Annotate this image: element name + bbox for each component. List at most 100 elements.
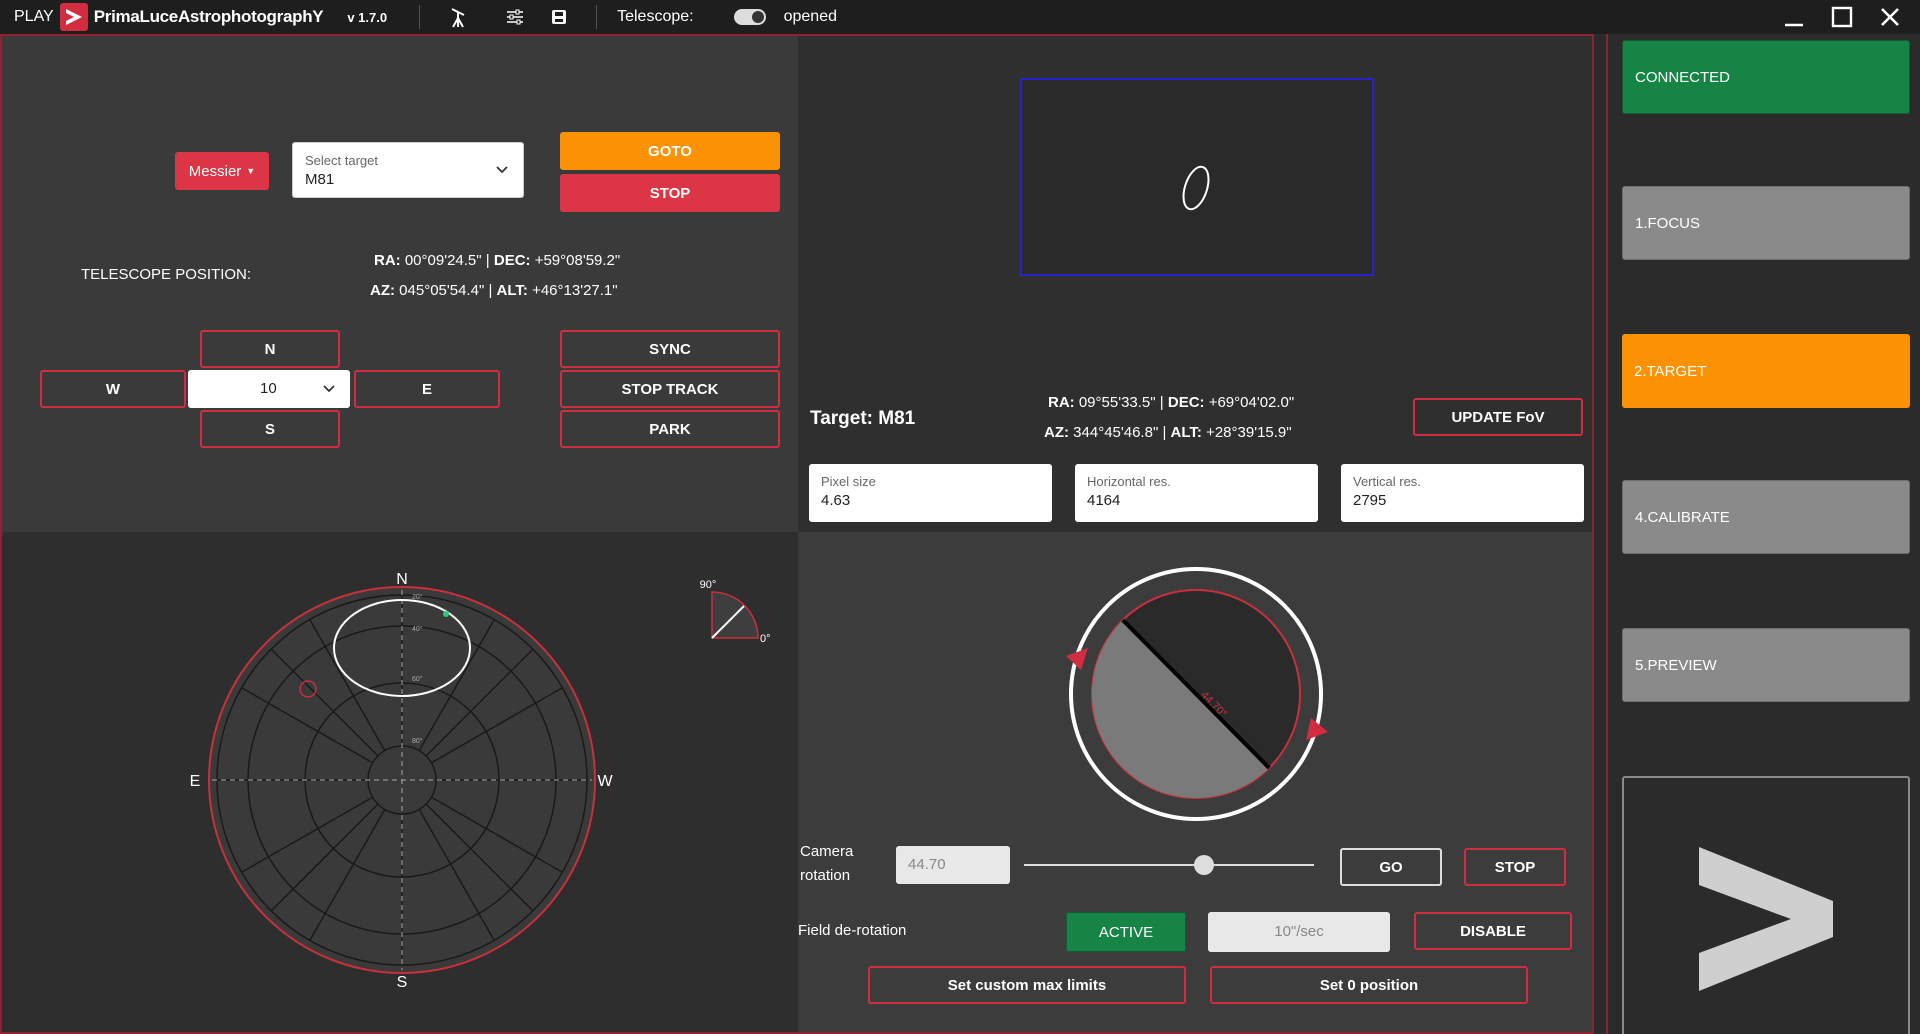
rotator-panel: 44.70° Camera rotation 44.70 GO STOP Fie… xyxy=(798,532,1594,1034)
alt-ring-label: 80° xyxy=(412,737,423,745)
slider-handle[interactable] xyxy=(1193,855,1214,875)
target-alt-value: +28°39'15.9" xyxy=(1206,424,1292,441)
chevron-down-icon xyxy=(323,385,335,393)
catalog-label: Messier xyxy=(188,162,242,180)
app-brand: PrimaLuceAstrophotographY xyxy=(93,7,324,26)
catalog-dropdown-button[interactable]: Messier ▼ xyxy=(175,152,269,190)
camera-rotation-slider[interactable] xyxy=(1024,855,1314,875)
rotation-go-button[interactable]: GO xyxy=(1340,848,1442,886)
pixel-size-field[interactable]: Pixel size 4.63 xyxy=(809,464,1052,522)
save-disk-icon[interactable] xyxy=(548,6,570,28)
nav-north-button[interactable]: N xyxy=(200,330,340,368)
primaluce-logo-icon xyxy=(59,3,88,31)
telescope-position-label: TELESCOPE POSITION: xyxy=(81,266,252,283)
goto-button[interactable]: GOTO xyxy=(560,132,780,170)
telescope-azalt: AZ: 045°05'54.4" | ALT: +46°13'27.1" xyxy=(370,282,618,299)
compass-south: S xyxy=(397,974,408,991)
compass-west: W xyxy=(597,773,613,790)
target-ra-value: 09°55'33.5" xyxy=(1078,394,1156,411)
rotation-stop-button[interactable]: STOP xyxy=(1464,848,1566,886)
preview-step-button[interactable]: 5.PREVIEW xyxy=(1622,628,1910,702)
compass-east: E xyxy=(190,773,201,790)
nav-speed-value: 10 xyxy=(260,380,277,397)
connected-step-button[interactable]: CONNECTED xyxy=(1622,40,1910,114)
workflow-sidebar: CONNECTED 1.FOCUS 2.TARGET 4.CALIBRATE 5… xyxy=(1606,34,1920,1034)
chevron-down-icon xyxy=(496,166,508,174)
title-divider-2 xyxy=(596,5,598,29)
calibrate-step-button[interactable]: 4.CALIBRATE xyxy=(1622,480,1910,554)
update-fov-button[interactable]: UPDATE FoV xyxy=(1413,398,1583,436)
vertical-res-label: Vertical res. xyxy=(1353,474,1421,489)
set-zero-position-button[interactable]: Set 0 position xyxy=(1210,966,1528,1004)
goto-panel: Messier ▼ Select target M81 GOTO STOP TE… xyxy=(0,34,798,532)
fov-panel: Target: M81 RA: 09°55'33.5" | DEC: +69°0… xyxy=(798,34,1594,532)
sky-map-panel: N S E W 20° 40° 60° 80° 90° 0° xyxy=(0,532,798,1034)
fov-preview xyxy=(1020,78,1374,276)
nav-south-button[interactable]: S xyxy=(200,410,340,448)
telescope-label: Telescope: xyxy=(617,8,694,25)
pixel-size-value: 4.63 xyxy=(821,492,851,509)
minimize-icon[interactable] xyxy=(1772,0,1816,34)
alt-indicator-top: 90° xyxy=(700,579,717,591)
field-derotation-label: Field de-rotation xyxy=(798,922,907,939)
derotation-active-button[interactable]: ACTIVE xyxy=(1066,912,1186,952)
camera-rotation-value: 44.70 xyxy=(908,856,946,873)
rotator-dial: 44.70° xyxy=(1066,567,1328,821)
target-azalt: AZ: 344°45'46.8" | ALT: +28°39'15.9" xyxy=(1044,424,1292,441)
stop-button[interactable]: STOP xyxy=(560,174,780,212)
camera-rotation-label: Camera rotation xyxy=(800,843,854,884)
derotation-disable-button[interactable]: DISABLE xyxy=(1414,912,1572,950)
stop-track-button[interactable]: STOP TRACK xyxy=(560,370,780,408)
target-az-value: 344°45'46.8" xyxy=(1073,424,1159,441)
compass-north: N xyxy=(396,571,408,588)
park-button[interactable]: PARK xyxy=(560,410,780,448)
vertical-res-value: 2795 xyxy=(1353,492,1387,509)
caret-down-icon: ▼ xyxy=(246,166,256,176)
horizontal-res-label: Horizontal res. xyxy=(1087,474,1171,489)
alt-indicator-bottom: 0° xyxy=(760,633,771,645)
next-arrow-icon xyxy=(1699,847,1833,991)
dec-value: +59°08'59.2" xyxy=(534,252,621,269)
target-dec-value: +69°04'02.0" xyxy=(1208,394,1295,411)
derotation-rate-field[interactable]: 10"/sec xyxy=(1208,912,1390,952)
next-step-button[interactable] xyxy=(1622,776,1910,1034)
alt-ring-label: 60° xyxy=(412,675,423,683)
settings-sliders-icon[interactable] xyxy=(504,6,526,28)
target-radec: RA: 09°55'33.5" | DEC: +69°04'02.0" xyxy=(1048,394,1295,411)
sky-map: N S E W 20° 40° 60° 80° 90° 0° xyxy=(190,571,771,991)
alt-value: +46°13'27.1" xyxy=(532,282,618,299)
az-value: 045°05'54.4" xyxy=(399,282,485,299)
nav-speed-select[interactable]: 10 xyxy=(188,370,350,408)
focus-step-button[interactable]: 1.FOCUS xyxy=(1622,186,1910,260)
ra-value: 00°09'24.5" xyxy=(404,252,482,269)
target-select-value: M81 xyxy=(305,171,335,188)
target-step-button[interactable]: 2.TARGET xyxy=(1622,334,1910,408)
target-alt-label: ALT: xyxy=(1170,424,1202,441)
set-custom-limits-button[interactable]: Set custom max limits xyxy=(868,966,1186,1004)
telescope-toggle[interactable] xyxy=(733,9,766,25)
alt-ring-label: 20° xyxy=(412,593,423,601)
title-divider xyxy=(419,5,421,29)
target-select[interactable]: Select target M81 xyxy=(292,142,524,198)
nav-west-button[interactable]: W xyxy=(40,370,186,408)
nav-east-button[interactable]: E xyxy=(354,370,500,408)
target-az-label: AZ: xyxy=(1044,424,1069,441)
alt-label: ALT: xyxy=(496,282,528,299)
horizontal-res-value: 4164 xyxy=(1087,492,1121,509)
horizontal-res-field[interactable]: Horizontal res. 4164 xyxy=(1075,464,1318,522)
target-select-label: Select target xyxy=(305,153,378,168)
sync-button[interactable]: SYNC xyxy=(560,330,780,368)
app-play-label: PLAY xyxy=(14,8,54,25)
vertical-res-field[interactable]: Vertical res. 2795 xyxy=(1341,464,1584,522)
target-dec-label: DEC: xyxy=(1167,394,1205,411)
telescope-icon[interactable] xyxy=(448,6,470,28)
telescope-position-dot xyxy=(443,611,449,617)
telescope-radec: RA: 00°09'24.5" | DEC: +59°08'59.2" xyxy=(374,252,621,269)
target-ra-label: RA: xyxy=(1048,394,1075,411)
dec-label: DEC: xyxy=(493,252,531,269)
maximize-icon[interactable] xyxy=(1820,0,1864,34)
title-bar: PLAY PrimaLuceAstrophotographY v 1.7.0 T… xyxy=(0,0,1920,34)
pixel-size-label: Pixel size xyxy=(821,474,876,489)
camera-rotation-input[interactable]: 44.70 xyxy=(896,846,1010,884)
close-icon[interactable] xyxy=(1868,0,1912,34)
